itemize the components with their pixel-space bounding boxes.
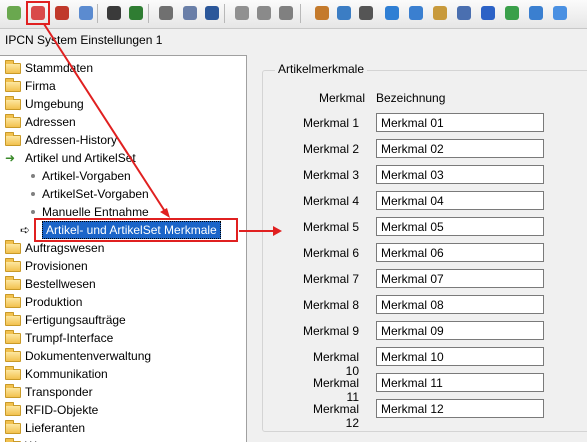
annotation-arrow [0, 0, 587, 441]
